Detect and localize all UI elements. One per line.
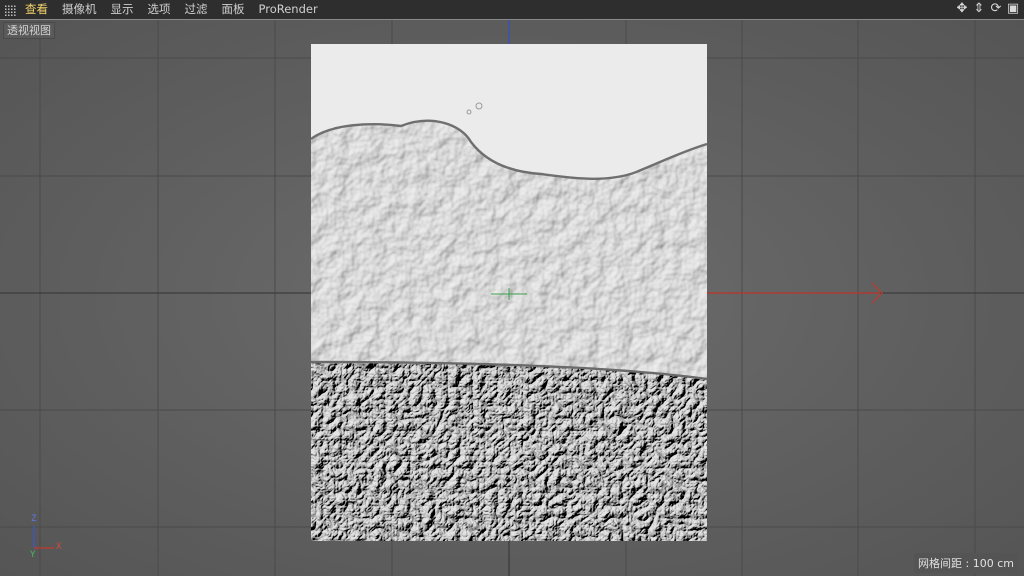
orientation-axis-gizmo: Z X Y [26, 512, 70, 560]
viewport-nav-icons: ✥ ⇕ ⟳ ▣ [955, 2, 1020, 16]
zoom-view-icon[interactable]: ⇕ [972, 2, 986, 16]
view-name-label[interactable]: 透视视图 [3, 22, 55, 39]
toggle-layout-icon[interactable]: ▣ [1006, 2, 1020, 16]
menu-view[interactable]: 查看 [25, 0, 48, 19]
menu-prorender[interactable]: ProRender [259, 0, 318, 19]
perspective-viewport[interactable]: 透视视图 Z X Y 网格间距: 100 cm [0, 19, 1024, 576]
menu-display[interactable]: 显示 [111, 0, 134, 19]
menu-filter[interactable]: 过滤 [185, 0, 208, 19]
axis-label-x: X [56, 542, 62, 552]
move-view-icon[interactable]: ✥ [955, 2, 969, 16]
rotate-view-icon[interactable]: ⟳ [989, 2, 1003, 16]
grid-spacing-label: 网格间距 : 100 cm [914, 553, 1018, 573]
viewport-menu-grid-icon[interactable] [5, 3, 17, 16]
axis-label-z: Z [31, 514, 37, 524]
menu-panel[interactable]: 面板 [222, 0, 245, 19]
viewport-menubar: 查看 摄像机 显示 选项 过滤 面板 ProRender ✥ ⇕ ⟳ ▣ [0, 0, 1024, 19]
axis-label-y: Y [30, 550, 36, 560]
menu-options[interactable]: 选项 [148, 0, 171, 19]
menu-camera[interactable]: 摄像机 [62, 0, 97, 19]
displaced-plane-object[interactable] [311, 44, 707, 541]
